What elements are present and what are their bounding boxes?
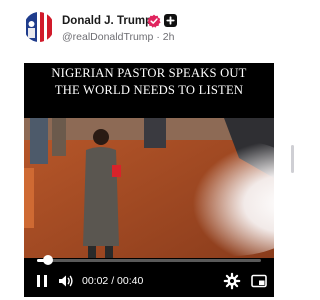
duration: 00:40: [117, 275, 144, 287]
time-display: 00:02 / 00:40: [82, 275, 143, 287]
author-name[interactable]: Donald J. Trump: [62, 15, 152, 27]
time-separator: /: [111, 275, 115, 287]
avatar-image: [24, 12, 54, 42]
scrollbar[interactable]: [291, 145, 294, 173]
current-time: 00:02: [82, 275, 109, 287]
pause-icon[interactable]: [33, 272, 51, 290]
post-card: Donald J. Trump @realDonaldTrump · 2h NI…: [0, 0, 298, 300]
author-handle[interactable]: @realDonaldTrump: [62, 31, 153, 43]
video-title-line-2: THE WORLD NEEDS TO LISTEN: [54, 83, 244, 97]
gear-icon[interactable]: [223, 272, 241, 290]
separator-dot: ·: [156, 31, 160, 43]
progress-bar[interactable]: [37, 255, 261, 265]
handle-row: @realDonaldTrump · 2h: [62, 31, 174, 43]
video-player[interactable]: NIGERIAN PASTOR SPEAKS OUT THE WORLD NEE…: [24, 63, 274, 297]
plus-badge-icon: [164, 14, 177, 27]
verified-check-icon: [147, 14, 161, 28]
video-title-line-1: NIGERIAN PASTOR SPEAKS OUT: [51, 66, 247, 80]
video-title: NIGERIAN PASTOR SPEAKS OUT THE WORLD NEE…: [24, 65, 274, 99]
post-time: 2h: [162, 31, 175, 43]
volume-icon[interactable]: [57, 272, 75, 290]
video-frame[interactable]: [24, 118, 274, 258]
avatar[interactable]: [24, 12, 54, 42]
picture-in-picture-icon[interactable]: [250, 272, 268, 290]
progress-thumb[interactable]: [43, 255, 54, 265]
